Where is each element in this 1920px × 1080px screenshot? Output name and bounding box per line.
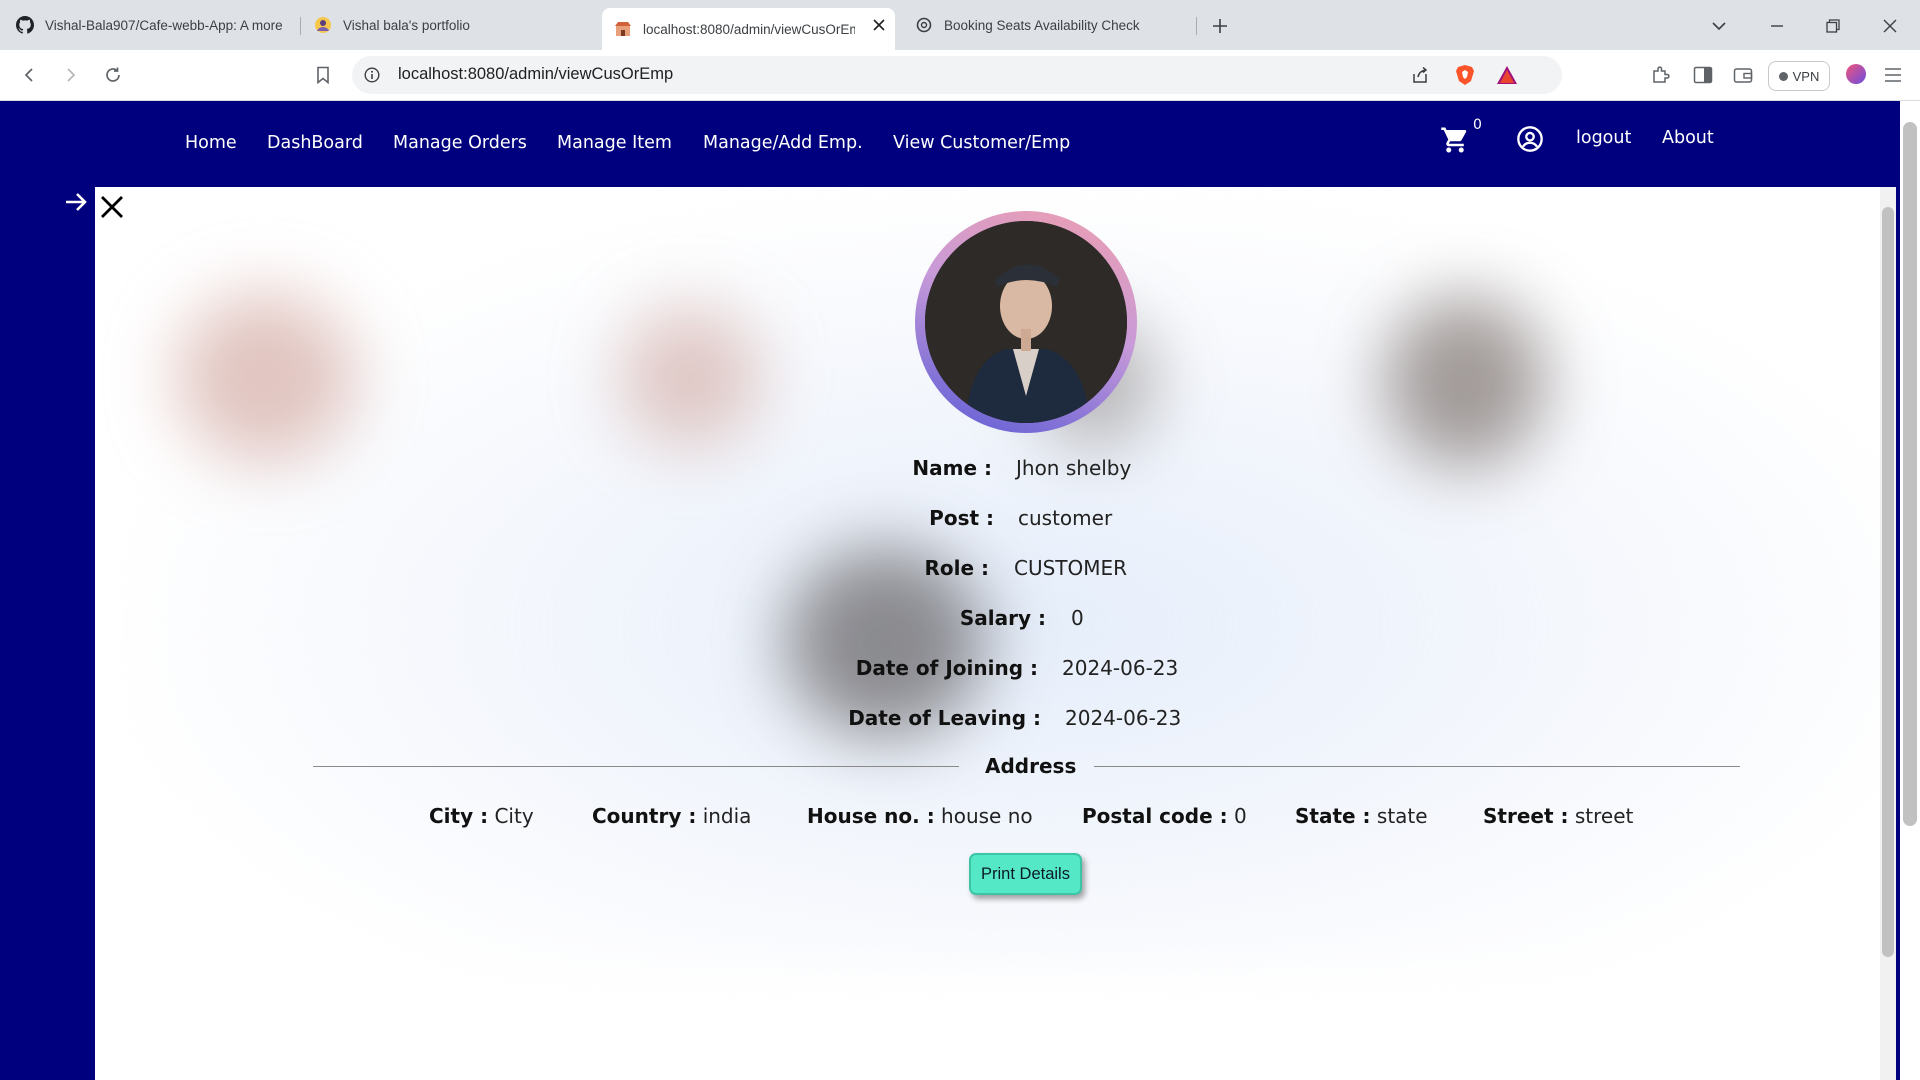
decorative-blur [175,292,355,462]
close-icon[interactable] [99,194,125,224]
profile-field-post: Post : customer [0,506,1920,536]
address-state: State : state [1295,804,1428,828]
field-label: Country : [592,804,697,828]
profile-field-date-of-leaving: Date of Leaving : 2024-06-23 [0,706,1920,736]
browser-menu-icon[interactable] [1880,62,1906,88]
close-tab-icon[interactable] [871,17,887,33]
tab-separator [300,17,301,35]
address-bar[interactable]: localhost:8080/admin/viewCusOrEmp [352,56,1562,94]
field-value: customer [1018,506,1113,530]
field-label: Role : [924,556,989,580]
nav-manage-add-emp[interactable]: Manage/Add Emp. [703,133,863,153]
account-circle-icon[interactable] [1513,122,1547,156]
back-icon[interactable] [16,62,42,88]
browser-tab-portfolio[interactable]: Vishal bala's portfolio [302,8,597,42]
nav-manage-item[interactable]: Manage Item [557,133,672,153]
github-icon [16,16,34,34]
sidebar-open-arrow-icon[interactable] [64,190,88,218]
tab-search-chevron-icon[interactable] [1706,13,1732,39]
print-details-button[interactable]: Print Details [969,853,1082,895]
url-text: localhost:8080/admin/viewCusOrEmp [398,65,674,83]
field-label: Post : [929,506,994,530]
field-value: Jhon shelby [1016,456,1132,480]
address-house-no: House no. : house no [807,804,1033,828]
extensions-icon[interactable] [1648,62,1674,88]
vpn-button[interactable]: VPN [1768,61,1830,91]
address-country: Country : india [592,804,751,828]
decorative-blur [1385,297,1545,467]
browser-tab-bar: Vishal-Bala907/Cafe-webb-App: A more Vis… [0,0,1920,50]
field-value: City [494,804,534,828]
field-value: house no [941,804,1033,828]
cafe-favicon-icon [614,20,632,38]
restore-window-icon[interactable] [1820,13,1846,39]
field-label: House no. : [807,804,935,828]
field-label: Salary : [959,606,1046,630]
field-label: City : [429,804,489,828]
logout-link[interactable]: logout [1576,128,1631,148]
profile-field-role: Role : CUSTOMER [0,556,1920,586]
vpn-label: VPN [1792,68,1820,84]
address-heading: Address [985,754,1077,778]
profile-field-name: Name : Jhon shelby [0,456,1920,486]
field-label: Postal code : [1082,804,1228,828]
leo-ai-icon[interactable] [1843,61,1869,87]
field-value: 0 [1071,606,1084,630]
browser-tab-github[interactable]: Vishal-Bala907/Cafe-webb-App: A more [4,8,299,42]
field-value: 2024-06-23 [1065,706,1182,730]
top-navbar: Home DashBoard Manage Orders Manage Item… [0,101,1920,187]
wallet-icon[interactable] [1730,62,1756,88]
brave-shield-icon[interactable] [1452,62,1478,88]
address-postal-code: Postal code : 0 [1082,804,1247,828]
openai-icon [915,16,933,34]
reload-icon[interactable] [100,62,126,88]
profile-field-date-of-joining: Date of Joining : 2024-06-23 [0,656,1920,686]
decorative-blur [620,307,760,447]
share-icon[interactable] [1408,63,1432,87]
profile-field-salary: Salary : 0 [0,606,1920,636]
field-label: State : [1295,804,1371,828]
avatar [925,221,1127,423]
field-value: street [1574,804,1634,828]
field-label: Date of Joining : [855,656,1038,680]
field-value: india [702,804,752,828]
nav-view-customer-emp[interactable]: View Customer/Emp [893,133,1070,153]
nav-home[interactable]: Home [185,133,237,153]
vpn-status-icon [1778,71,1788,81]
bookmark-icon[interactable] [310,62,336,88]
sidebar-toggle-icon[interactable] [1690,62,1716,88]
minimize-window-icon[interactable] [1764,13,1790,39]
browser-toolbar: localhost:8080/admin/viewCusOrEmp VPN [0,50,1920,101]
brave-rewards-icon[interactable] [1494,62,1520,88]
portfolio-avatar-icon [314,16,332,34]
field-label: Name : [912,456,992,480]
tab-title: localhost:8080/admin/viewCusOrEm [643,21,855,37]
forward-icon[interactable] [58,62,84,88]
tab-separator [1196,17,1197,35]
nav-manage-orders[interactable]: Manage Orders [393,133,527,153]
field-value: state [1376,804,1428,828]
cart-icon[interactable] [1438,123,1472,157]
nav-dashboard[interactable]: DashBoard [267,133,363,153]
about-link[interactable]: About [1662,128,1714,148]
cart-count-badge: 0 [1473,117,1482,133]
divider-right [1094,766,1740,767]
site-info-icon[interactable] [362,65,382,85]
divider-left [313,766,959,767]
field-label: Date of Leaving : [848,706,1041,730]
tab-title: Vishal-Bala907/Cafe-webb-App: A more [45,17,283,33]
browser-tab-booking[interactable]: Booking Seats Availability Check [903,8,1195,42]
new-tab-icon[interactable] [1207,13,1233,39]
close-window-icon[interactable] [1877,13,1903,39]
tab-title: Booking Seats Availability Check [944,17,1140,33]
browser-tab-active[interactable]: localhost:8080/admin/viewCusOrEm [602,8,895,50]
tab-title: Vishal bala's portfolio [343,17,470,33]
address-city: City : City [429,804,534,828]
field-value: 0 [1233,804,1247,828]
field-value: 2024-06-23 [1062,656,1179,680]
address-street: Street : street [1483,804,1633,828]
field-label: Street : [1483,804,1569,828]
field-value: CUSTOMER [1014,556,1128,580]
